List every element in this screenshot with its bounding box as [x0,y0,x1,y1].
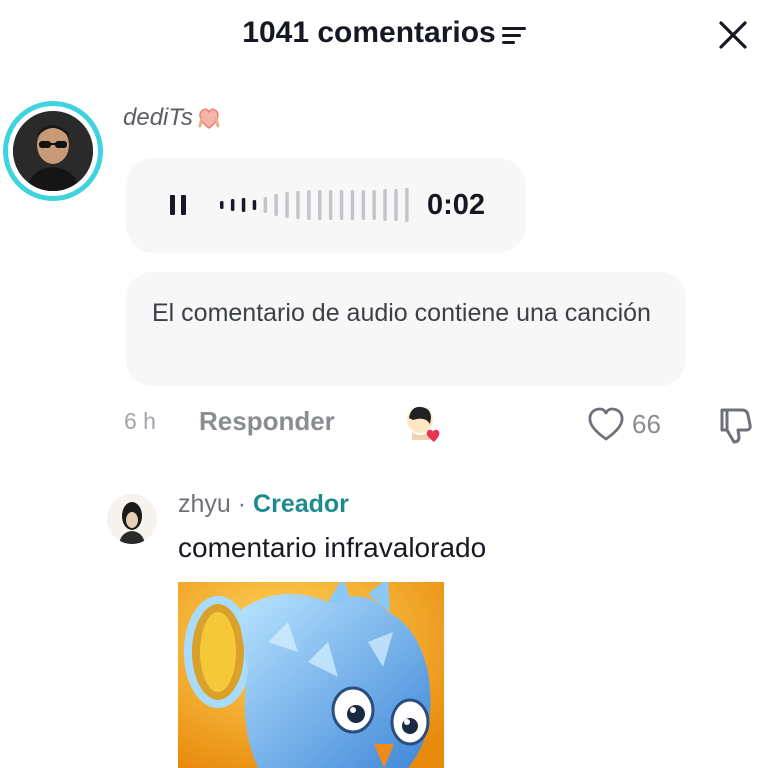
blue-bird-sticker [178,582,444,768]
waveform-bar [383,189,387,221]
creator-liked-icon [407,406,440,442]
profile-photo [107,494,157,544]
waveform-bar [394,189,398,221]
waveform-bar [220,201,224,209]
comment-text: comentario infravalorado [178,532,487,563]
avatar[interactable] [3,101,103,201]
comment-username[interactable]: zhyu · Creador [178,490,349,519]
waveform-bar [372,190,376,220]
waveform-bar [318,190,322,220]
waveform-bar [307,190,311,220]
close-icon[interactable] [712,14,754,56]
comments-panel: 1041 comentarios dediTs 0:02 El comentar… [0,0,768,768]
waveform-bar [328,190,333,220]
waveform-bar [405,188,409,222]
comment-username[interactable]: dediTs [123,104,223,132]
waveform-bar [241,198,246,212]
waveform-bar [252,200,257,210]
waveform-bar [339,190,344,220]
creator-badge: Creador [253,490,349,518]
heart-hands-emoji-icon [198,108,220,129]
like-count: 66 [632,409,661,439]
comment-timestamp: 6 h [124,408,156,434]
comment-count-title: 1041 comentarios [242,16,496,49]
audio-waveform[interactable] [218,186,414,224]
pause-icon[interactable] [168,193,188,217]
audio-song-notice: El comentario de audio contiene una canc… [126,272,686,386]
waveform-bar [274,194,278,216]
comment-sticker-image[interactable] [178,582,444,768]
waveform-bar [296,191,300,219]
waveform-bar [263,197,268,213]
profile-photo [13,111,93,191]
waveform-bar [350,190,355,220]
sort-icon[interactable] [501,26,526,44]
waveform-bar [285,192,289,218]
reply-button[interactable]: Responder [199,406,335,437]
audio-duration: 0:02 [427,189,486,221]
heart-outline-icon[interactable] [586,406,626,442]
avatar[interactable] [107,494,157,544]
thumbs-down-icon[interactable] [714,404,756,446]
waveform-bar [230,199,235,211]
comments-header[interactable]: 1041 comentarios [0,16,768,50]
waveform-bar [361,190,366,220]
